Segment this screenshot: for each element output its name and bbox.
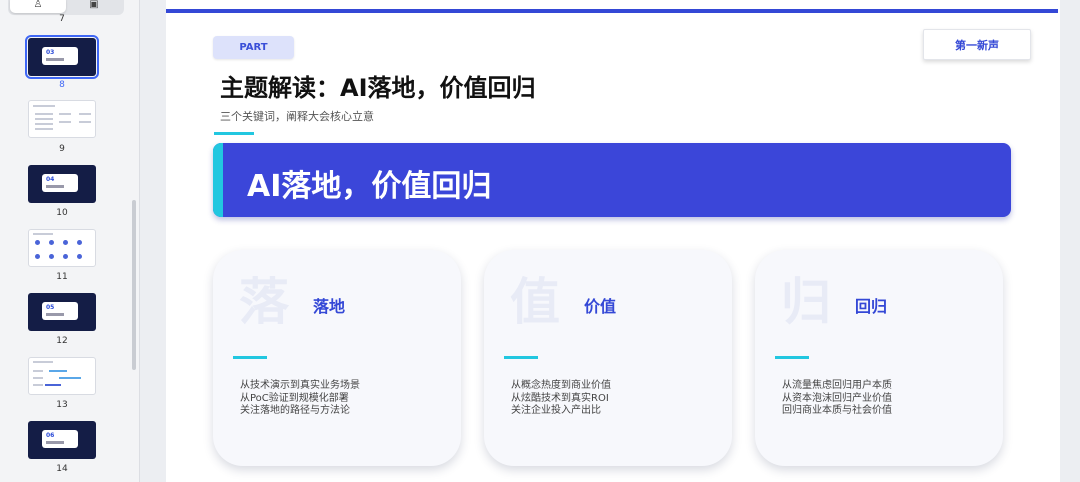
card-line: 从技术演示到真实业务场景 xyxy=(240,380,360,391)
slide-thumbnail-12[interactable]: 05 xyxy=(28,293,96,331)
view-toggle: ♙ ▣ xyxy=(8,0,124,15)
card-accent-line xyxy=(233,356,267,359)
slide-thumbnail-9[interactable] xyxy=(28,100,96,138)
card-line: 关注落地的路径与方法论 xyxy=(240,405,350,416)
banner-text: AI落地，价值回归 xyxy=(247,169,492,204)
slide-thumbnail-14[interactable]: 06 xyxy=(28,421,96,459)
card-line: 回归商业本质与社会价值 xyxy=(782,405,892,416)
card-description: 从概念热度到商业价值 从炫酷技术到真实ROI 关注企业投入产出比 xyxy=(511,380,611,418)
thumbnail-number: 11 xyxy=(56,272,68,282)
thumbnail-number: 7 xyxy=(59,14,65,24)
thumbnail-number: 10 xyxy=(56,208,68,218)
card-line: 从流量焦虑回归用户本质 xyxy=(782,380,892,391)
card-line: 从炫酷技术到真实ROI xyxy=(511,392,609,404)
card-watermark-char: 落 xyxy=(239,273,289,331)
thumbnail-section-label: 06 xyxy=(42,430,78,448)
banner: AI落地，价值回归 xyxy=(213,143,1011,217)
card-description: 从技术演示到真实业务场景 从PoC验证到规模化部署 关注落地的路径与方法论 xyxy=(240,380,360,418)
banner-accent-bar xyxy=(213,143,223,217)
thumbnail-number: 8 xyxy=(59,80,65,90)
brand-logo: 第一新声 xyxy=(923,29,1031,60)
keyword-card-return: 归 回归 从流量焦虑回归用户本质 从资本泡沫回归产业价值 回归商业本质与社会价值 xyxy=(755,250,1003,466)
slide-view-icon[interactable]: ▣ xyxy=(66,0,122,13)
slide-thumbnail-8[interactable]: 03 xyxy=(25,35,99,79)
card-watermark-char: 归 xyxy=(781,273,831,331)
thumbnail-section-label: 03 xyxy=(42,47,78,65)
thumbnail-number: 9 xyxy=(59,144,65,154)
slide-canvas[interactable]: PART 第一新声 主题解读：AI落地，价值回归 三个关键词，阐释大会核心立意 … xyxy=(166,0,1060,482)
thumbnail-section-label: 04 xyxy=(42,174,78,192)
card-watermark-char: 值 xyxy=(510,273,560,331)
page-title: 主题解读：AI落地，价值回归 xyxy=(220,74,536,102)
card-title: 价值 xyxy=(584,297,617,316)
card-line: 从概念热度到商业价值 xyxy=(511,380,611,391)
card-line: 从PoC验证到规模化部署 xyxy=(240,392,349,404)
title-accent-line xyxy=(214,132,254,135)
card-accent-line xyxy=(504,356,538,359)
keyword-card-landing: 落 落地 从技术演示到真实业务场景 从PoC验证到规模化部署 关注落地的路径与方… xyxy=(213,250,461,466)
page-subtitle: 三个关键词，阐释大会核心立意 xyxy=(220,110,374,123)
part-badge: PART xyxy=(213,36,294,59)
slide-thumbnail-13[interactable] xyxy=(28,357,96,395)
card-line: 关注企业投入产出比 xyxy=(511,405,601,416)
slide-thumbnail-11[interactable] xyxy=(28,229,96,267)
card-accent-line xyxy=(775,356,809,359)
card-description: 从流量焦虑回归用户本质 从资本泡沫回归产业价值 回归商业本质与社会价值 xyxy=(782,380,892,418)
thumbnail-number: 12 xyxy=(56,336,68,346)
card-title: 回归 xyxy=(855,297,888,316)
slide-thumbnail-panel: ♙ ▣ 7 03 8 9 04 10 11 05 12 13 06 14 xyxy=(0,0,140,482)
outline-view-icon[interactable]: ♙ xyxy=(10,0,66,13)
thumbnail-section-label: 05 xyxy=(42,302,78,320)
top-rule xyxy=(166,9,1058,13)
card-line: 从资本泡沫回归产业价值 xyxy=(782,392,892,404)
thumbnail-number: 14 xyxy=(56,464,68,474)
thumbnail-number: 13 xyxy=(56,400,68,410)
keyword-card-value: 值 价值 从概念热度到商业价值 从炫酷技术到真实ROI 关注企业投入产出比 xyxy=(484,250,732,466)
card-title: 落地 xyxy=(313,297,346,316)
sidebar-scrollbar[interactable] xyxy=(132,200,136,370)
slide-thumbnail-10[interactable]: 04 xyxy=(28,165,96,203)
